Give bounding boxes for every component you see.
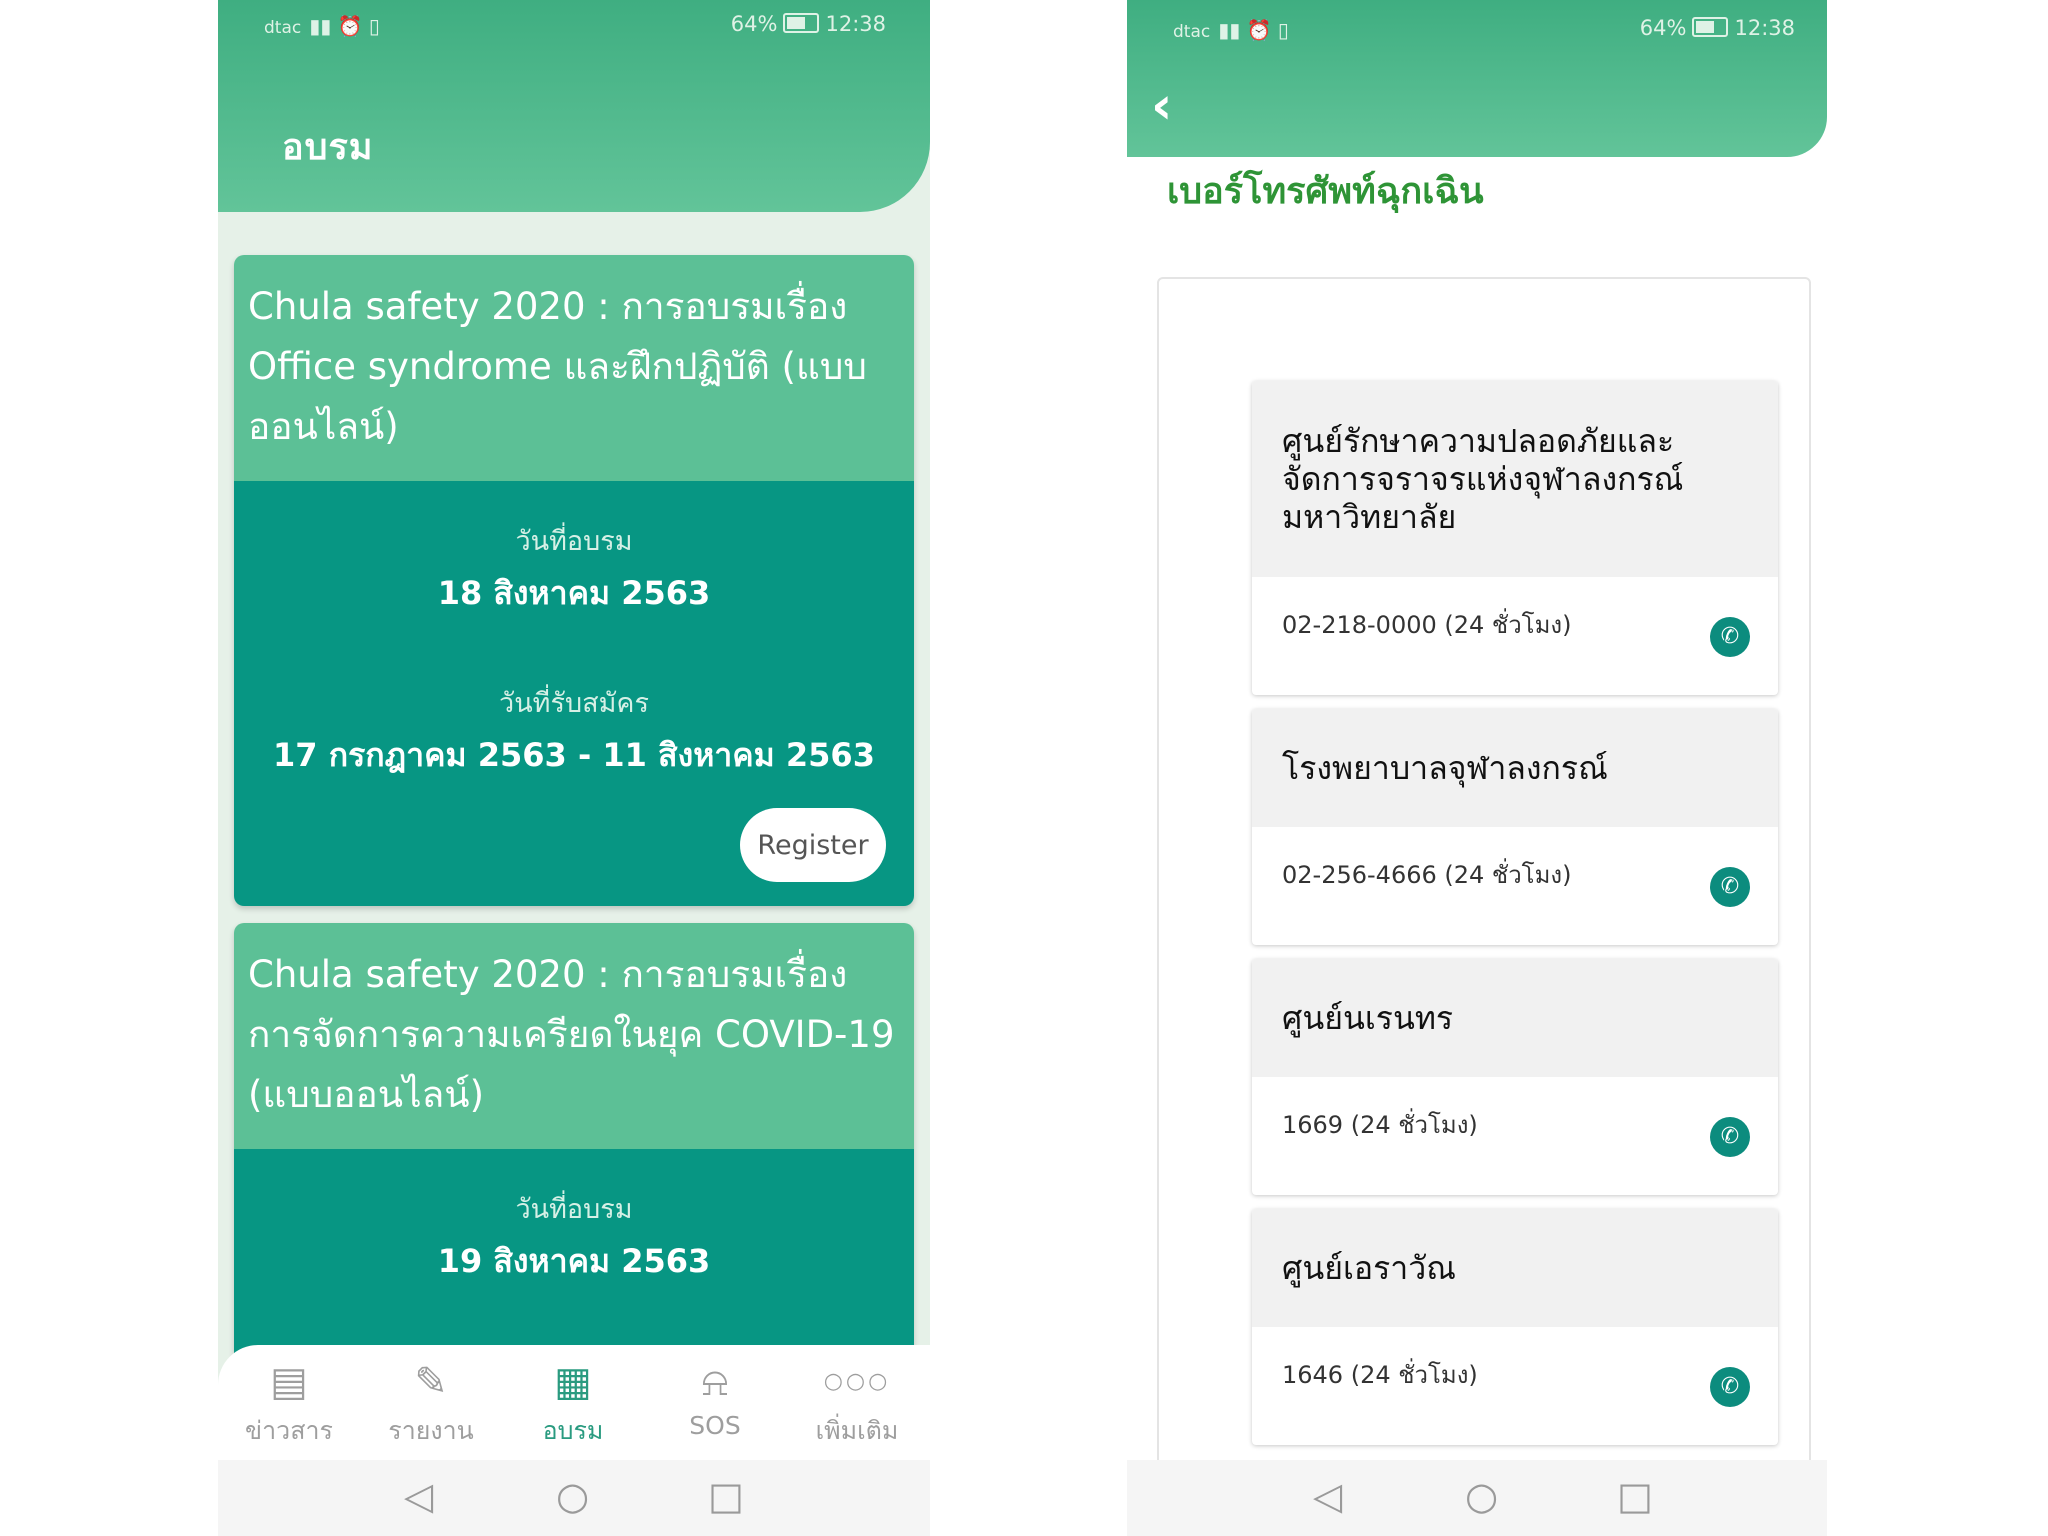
home-nav-icon[interactable]: ○	[1465, 1474, 1498, 1518]
phone-icon[interactable]: ✆	[1710, 1117, 1750, 1157]
course-title: Chula safety 2020 : การอบรมเรื่อง Office…	[234, 255, 914, 481]
contact-card: ศูนย์เอราวัณ 1646 (24 ชั่วโมง) ✆	[1252, 1209, 1778, 1445]
home-nav-icon[interactable]: ○	[556, 1474, 589, 1518]
back-nav-icon[interactable]: ◁	[1313, 1474, 1342, 1518]
contact-phone-number: 02-256-4666 (24 ชั่วโมง)	[1282, 861, 1572, 889]
clock: 12:38	[1734, 16, 1795, 40]
course-title: Chula safety 2020 : การอบรมเรื่อง การจัด…	[234, 923, 914, 1149]
battery-icon	[783, 13, 820, 33]
emergency-screen: dtac ▮▮ ⏰ ▯ 64% 12:38 ‹ เบอร์โทรศัพท์ฉุกเฉ…	[1127, 0, 1827, 1536]
contact-list: ศูนย์รักษาความปลอดภัยและจัดการจราจรแห่งจ…	[1157, 277, 1811, 1471]
alarm-bell-icon: ⍾	[701, 1359, 729, 1405]
system-nav-bar: ◁ ○ □	[1127, 1460, 1827, 1536]
back-arrow-icon[interactable]: ‹	[1151, 80, 1172, 132]
contact-name: ศูนย์รักษาความปลอดภัยและจัดการจราจรแห่งจ…	[1252, 381, 1778, 577]
contact-card: ศูนย์นเรนทร 1669 (24 ชั่วโมง) ✆	[1252, 959, 1778, 1195]
nav-item-training[interactable]: ▦ อบรม	[502, 1357, 644, 1451]
carrier-name: dtac	[1173, 22, 1211, 42]
nav-item-sos[interactable]: ⍾ SOS	[644, 1357, 786, 1440]
battery-percent: 64%	[730, 12, 778, 36]
recent-apps-icon[interactable]: □	[708, 1474, 744, 1518]
report-icon: ✎	[414, 1359, 448, 1405]
contact-name: โรงพยาบาลจุฬาลงกรณ์	[1252, 709, 1778, 827]
training-screen: dtac ▮▮ ⏰ ▯ 64% 12:38 อบรม Chula safety 20…	[218, 0, 930, 1536]
battery-icon	[1692, 17, 1729, 37]
contact-card: ศูนย์รักษาความปลอดภัยและจัดการจราจรแห่งจ…	[1252, 381, 1778, 695]
registration-date-range: 17 กรกฎาคม 2563 - 11 สิงหาคม 2563	[273, 736, 875, 774]
battery-percent: 64%	[1639, 16, 1687, 40]
status-bar: dtac ▮▮ ⏰ ▯ 64% 12:38	[1127, 4, 1827, 56]
training-date: 19 สิงหาคม 2563	[437, 1242, 711, 1280]
phone-icon[interactable]: ✆	[1710, 867, 1750, 907]
phone-icon[interactable]: ✆	[1710, 1367, 1750, 1407]
phone-icon[interactable]: ✆	[1710, 617, 1750, 657]
registration-date-label: วันที่รับสมัคร	[499, 688, 649, 719]
recent-apps-icon[interactable]: □	[1617, 1474, 1653, 1518]
course-card[interactable]: Chula safety 2020 : การอบรมเรื่อง Office…	[234, 255, 914, 906]
system-nav-bar: ◁ ○ □	[218, 1460, 930, 1536]
register-button[interactable]: Register	[740, 808, 886, 882]
status-bar: dtac ▮▮ ⏰ ▯ 64% 12:38	[218, 0, 930, 52]
training-icon: ▦	[554, 1359, 592, 1405]
nav-item-more[interactable]: ○○○ เพิ่มเติม	[786, 1357, 928, 1451]
training-header: dtac ▮▮ ⏰ ▯ 64% 12:38 อบรม	[218, 0, 930, 212]
page-title: อบรม	[282, 127, 374, 168]
nav-item-news[interactable]: ▤ ข่าวสาร	[218, 1357, 360, 1451]
news-icon: ▤	[270, 1359, 308, 1405]
emergency-header: dtac ▮▮ ⏰ ▯ 64% 12:38 ‹	[1127, 0, 1827, 157]
nav-item-report[interactable]: ✎ รายงาน	[360, 1357, 502, 1451]
contact-name: ศูนย์เอราวัณ	[1252, 1209, 1778, 1327]
contact-phone-number: 1669 (24 ชั่วโมง)	[1282, 1111, 1478, 1139]
contact-phone-number: 1646 (24 ชั่วโมง)	[1282, 1361, 1478, 1389]
contact-name: ศูนย์นเรนทร	[1252, 959, 1778, 1077]
more-icon: ○○○	[823, 1369, 891, 1394]
contact-phone-number: 02-218-0000 (24 ชั่วโมง)	[1282, 611, 1572, 639]
contact-card: โรงพยาบาลจุฬาลงกรณ์ 02-256-4666 (24 ชั่ว…	[1252, 709, 1778, 945]
signal-icon: ▮▮ ⏰ ▯	[309, 14, 380, 38]
training-date: 18 สิงหาคม 2563	[437, 574, 711, 612]
back-nav-icon[interactable]: ◁	[404, 1474, 433, 1518]
signal-icon: ▮▮ ⏰ ▯	[1218, 18, 1289, 42]
clock: 12:38	[825, 12, 886, 36]
bottom-nav: ▤ ข่าวสาร ✎ รายงาน ▦ อบรม ⍾ SOS ○○○ เพิ่…	[218, 1345, 930, 1460]
carrier-name: dtac	[264, 18, 302, 38]
training-date-label: วันที่อบรม	[515, 1194, 633, 1225]
page-title: เบอร์โทรศัพท์ฉุกเฉิน	[1167, 171, 1484, 212]
training-date-label: วันที่อบรม	[515, 526, 633, 557]
